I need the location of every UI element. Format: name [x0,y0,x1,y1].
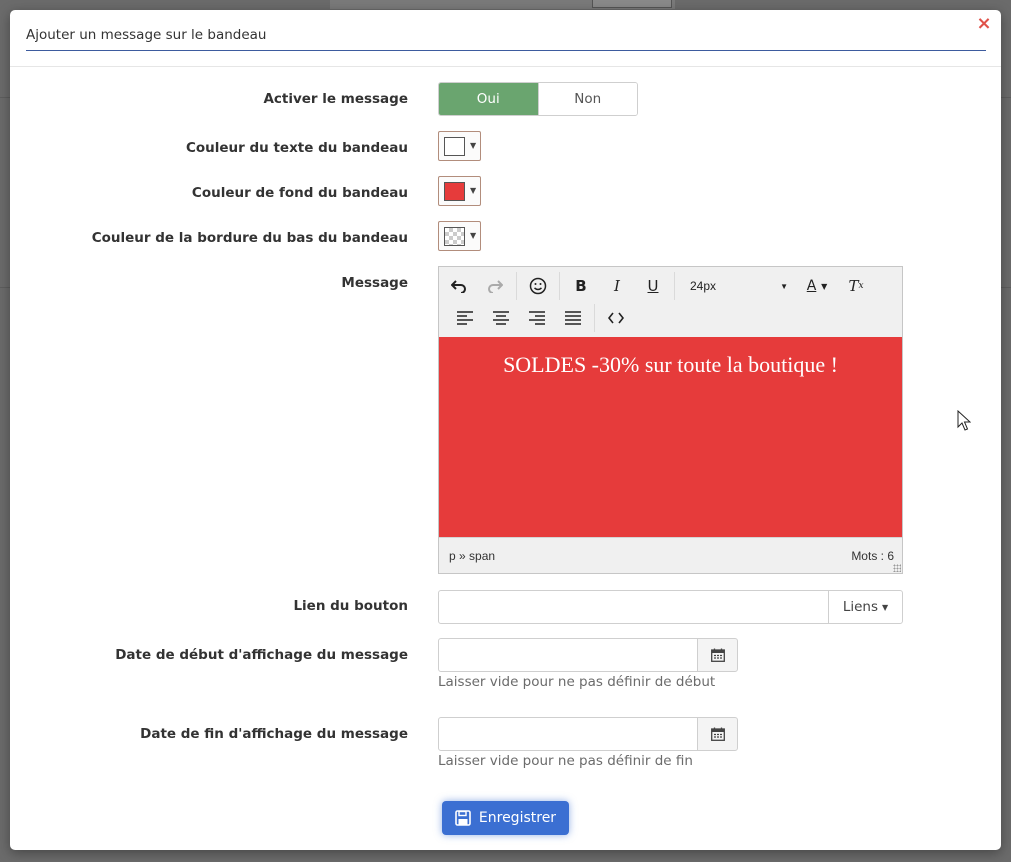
calendar-icon [710,727,725,741]
mouse-pointer-icon [957,410,971,431]
links-dropdown-button[interactable]: Liens ▼ [828,590,903,624]
background-notice [330,0,675,9]
chevron-down-icon: ▼ [470,141,477,150]
source-code-icon[interactable] [598,303,634,333]
start-date-label: Date de début d'affichage du message [115,647,408,663]
editor-toolbar: B I U 24px ▼ A ▼ Tx [439,267,902,337]
underline-icon[interactable]: U [635,271,671,301]
background-button [592,0,672,8]
bg-color-swatch [444,182,465,201]
border-color-label: Couleur de la bordure du bas du bandeau [91,230,408,246]
bold-icon[interactable]: B [563,271,599,301]
italic-icon[interactable]: I [599,271,635,301]
chevron-down-icon: ▼ [470,186,477,195]
background-divider [0,97,10,98]
end-date-input[interactable] [438,717,699,751]
start-date-calendar-button[interactable] [697,638,738,672]
rich-text-editor: B I U 24px ▼ A ▼ Tx SOLDES -30% sur tout… [438,266,903,574]
background-divider [1001,287,1011,288]
bg-color-picker[interactable]: ▼ [438,176,481,206]
activate-no-button[interactable]: Non [537,83,637,115]
save-button[interactable]: Enregistrer [442,801,569,835]
toolbar-separator [594,304,595,332]
bg-color-label: Couleur de fond du bandeau [191,185,408,201]
button-link-label: Lien du bouton [293,598,408,614]
activate-toggle: Oui Non [438,82,638,116]
font-size-select[interactable]: 24px ▼ [678,271,796,301]
background-divider [1001,97,1011,98]
toolbar-row-1: B I U 24px ▼ A ▼ Tx [441,270,874,302]
activate-yes-button[interactable]: Oui [439,83,538,115]
start-date-help: Laisser vide pour ne pas définir de débu… [438,674,716,690]
undo-icon[interactable] [441,271,477,301]
text-color-swatch [444,137,465,156]
emoticons-icon[interactable] [520,271,556,301]
align-left-icon[interactable] [447,303,483,333]
font-size-value: 24px [690,279,717,293]
banner-message-text: SOLDES -30% sur toute la boutique ! [503,352,838,377]
close-icon[interactable]: × [975,15,993,33]
text-color-label: Couleur du texte du bandeau [185,140,408,156]
button-link-input[interactable] [438,590,830,624]
background-divider [0,287,10,288]
clear-format-icon[interactable]: Tx [838,271,874,301]
element-path[interactable]: p » span [449,549,495,563]
message-label: Message [341,275,408,291]
add-banner-message-modal: Ajouter un message sur le bandeau × Acti… [10,10,1001,850]
start-date-input[interactable] [438,638,699,672]
toolbar-separator [516,272,517,300]
editor-statusbar: p » span Mots : 6 [439,537,902,573]
toolbar-separator [674,272,675,300]
align-center-icon[interactable] [483,303,519,333]
redo-icon[interactable] [477,271,513,301]
editor-content[interactable]: SOLDES -30% sur toute la boutique ! [439,337,902,537]
text-color-icon[interactable]: A ▼ [796,271,838,301]
text-color-picker[interactable]: ▼ [438,131,481,161]
word-count: Mots : 6 [851,549,894,563]
align-right-icon[interactable] [519,303,555,333]
border-color-swatch [444,227,465,246]
activate-label: Activer le message [263,91,408,107]
toolbar-separator [559,272,560,300]
modal-header: Ajouter un message sur le bandeau × [10,10,1001,67]
end-date-help: Laisser vide pour ne pas définir de fin [438,753,693,769]
links-dropdown-label: Liens [842,599,878,615]
align-justify-icon[interactable] [555,303,591,333]
toolbar-row-2 [447,302,634,334]
calendar-icon [710,648,725,662]
resize-handle-icon[interactable] [893,564,901,572]
end-date-label: Date de fin d'affichage du message [140,726,408,742]
modal-title: Ajouter un message sur le bandeau [26,27,986,51]
border-color-picker[interactable]: ▼ [438,221,481,251]
floppy-disk-icon [455,810,471,826]
chevron-down-icon: ▼ [470,231,477,240]
chevron-down-icon: ▼ [780,281,788,291]
save-button-label: Enregistrer [478,810,557,826]
chevron-down-icon: ▼ [882,602,889,612]
end-date-calendar-button[interactable] [697,717,738,751]
